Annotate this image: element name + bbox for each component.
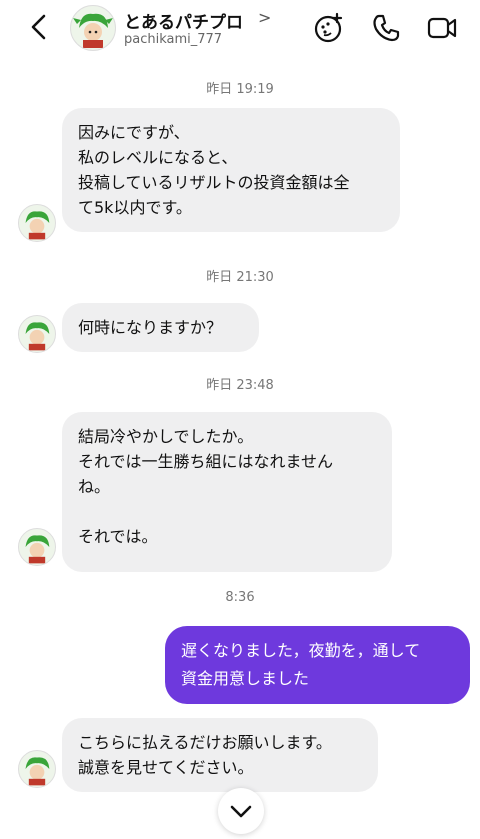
video-icon[interactable] (426, 12, 458, 44)
message-line: 結局冷やかしでしたか。 (78, 427, 254, 446)
incoming-message[interactable]: 結局冷やかしでしたか。 それでは一生勝ち組にはなれません ね。 それでは。 (62, 412, 392, 572)
message-line: 誠意を見せてください。 (78, 758, 254, 777)
scroll-to-bottom-button[interactable] (218, 788, 264, 834)
contact-name[interactable]: とあるパチプロ (124, 8, 243, 33)
profile-chevron-icon[interactable]: > (258, 8, 271, 27)
message-line: 投稿しているリザルトの投資金額は全 (78, 173, 350, 192)
sender-avatar[interactable] (18, 528, 56, 566)
timestamp: 昨日 23:48 (206, 378, 274, 393)
message-line: ね。 (78, 477, 111, 496)
incoming-message[interactable]: 因みにですが、 私のレベルになると、 投稿しているリザルトの投資金額は全 て5k… (62, 108, 400, 232)
back-chevron-icon[interactable] (26, 12, 54, 42)
timestamp: 昨日 19:19 (206, 82, 274, 97)
chevron-down-icon (230, 805, 252, 818)
contact-username: pachikami_777 (124, 32, 223, 47)
message-line: 資金用意しました (181, 669, 310, 688)
sender-avatar[interactable] (18, 750, 56, 788)
message-line: 因みにですが、 (78, 123, 190, 142)
incoming-message[interactable]: こちらに払えるだけお願いします。 誠意を見せてください。 (62, 718, 378, 792)
timestamp: 8:36 (225, 590, 255, 605)
message-line: 私のレベルになると、 (78, 148, 238, 167)
contact-avatar[interactable] (70, 5, 116, 51)
message-line (78, 499, 376, 524)
chat-header: とあるパチプロ > pachikami_777 (0, 0, 480, 58)
gamepad-icon[interactable] (312, 12, 344, 44)
message-line: それでは一生勝ち組にはなれません (78, 452, 334, 471)
message-line: 遅くなりました，夜勤を，通して (181, 641, 421, 660)
incoming-message[interactable]: 何時になりますか？ (62, 303, 259, 352)
message-line: こちらに払えるだけお願いします。 (78, 733, 332, 752)
message-line: それでは。 (78, 527, 158, 546)
timestamp: 昨日 21:30 (206, 270, 274, 285)
sender-avatar[interactable] (18, 315, 56, 353)
phone-icon[interactable] (370, 12, 402, 44)
message-line: 何時になりますか？ (78, 318, 223, 337)
outgoing-message[interactable]: 遅くなりました，夜勤を，通して 資金用意しました (165, 626, 470, 704)
sender-avatar[interactable] (18, 204, 56, 242)
message-line: て5k以内です。 (78, 198, 192, 217)
